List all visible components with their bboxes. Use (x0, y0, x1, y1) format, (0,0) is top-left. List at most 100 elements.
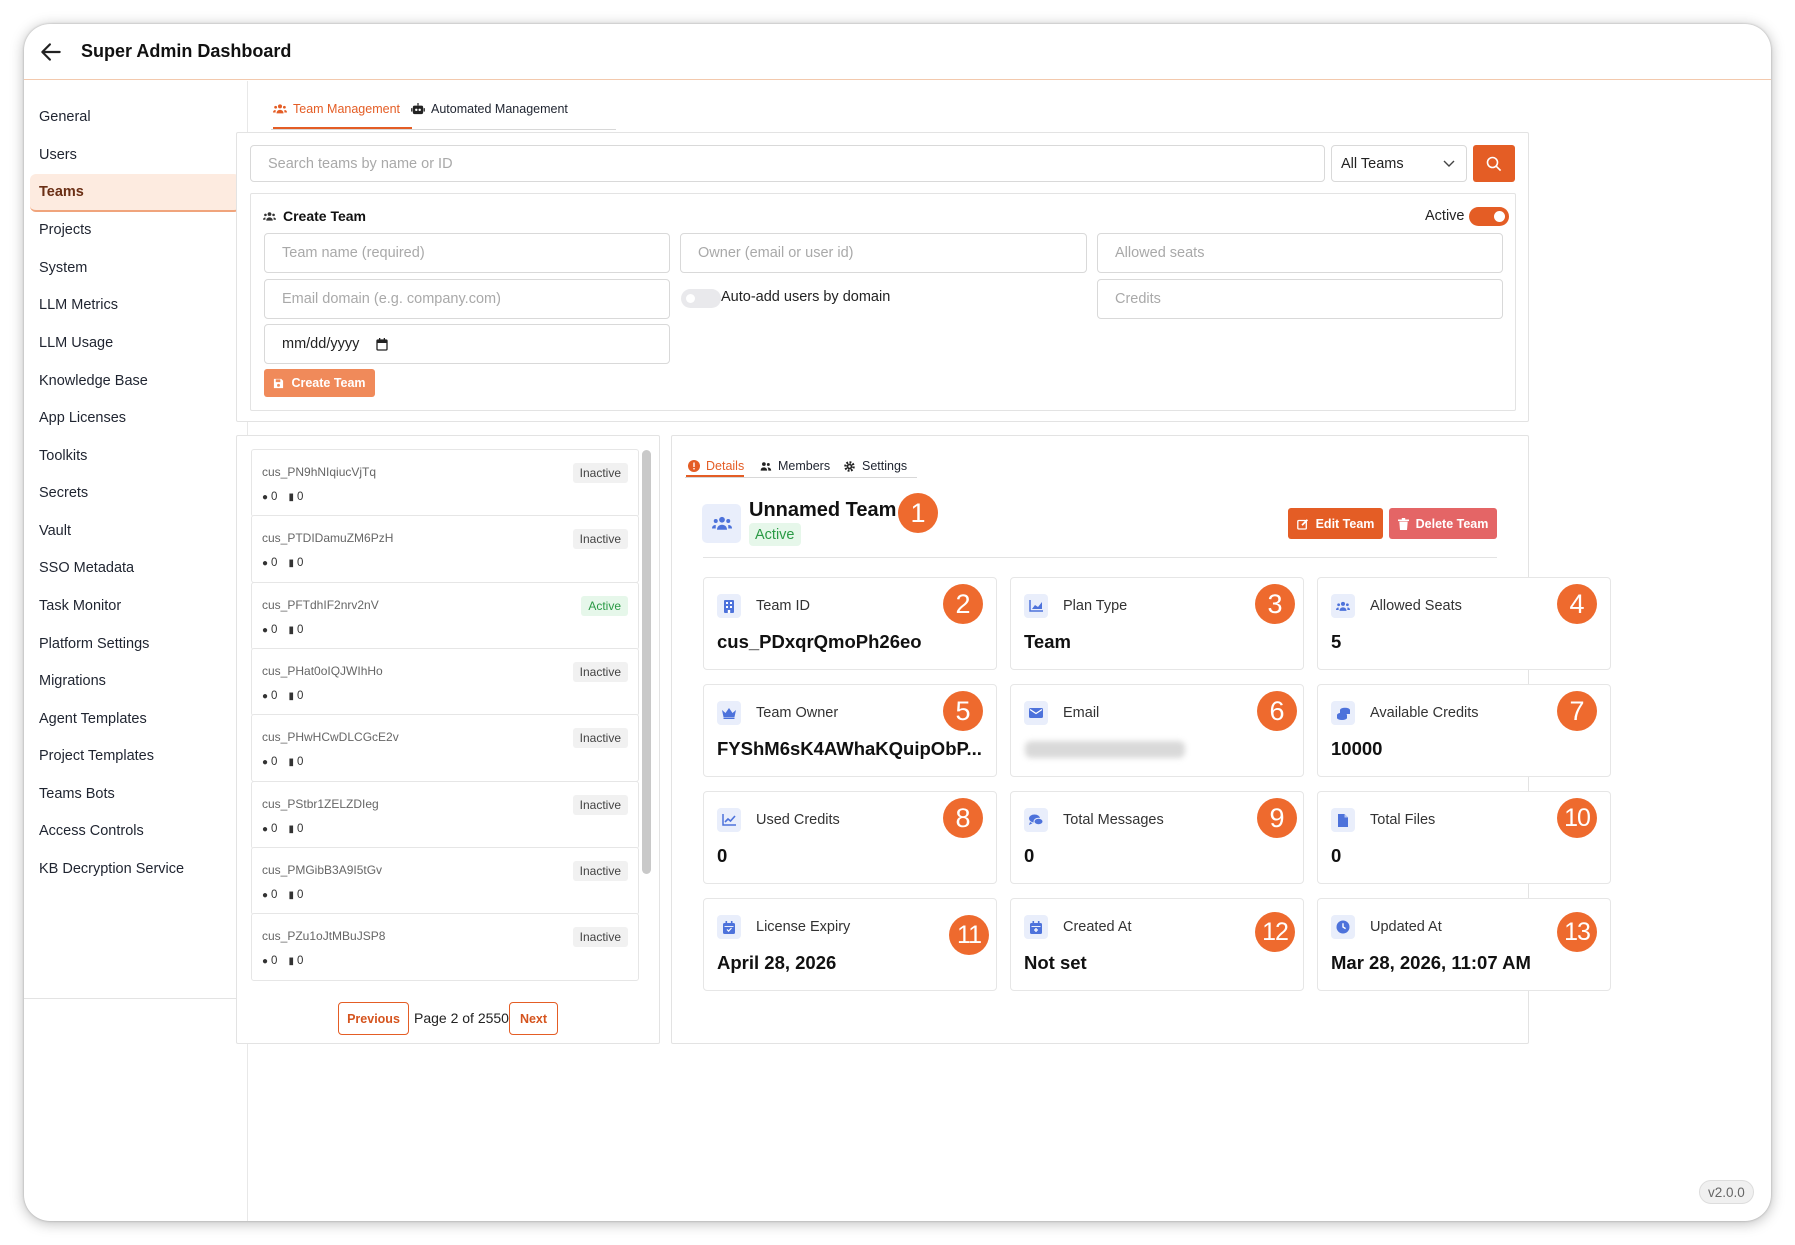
annotation-marker: 11 (949, 915, 989, 955)
sidebar-item-migrations[interactable]: Migrations (30, 662, 240, 700)
annotation-marker: 12 (1255, 912, 1295, 952)
list-scrollbar[interactable] (642, 450, 651, 874)
sidebar-item-access-controls[interactable]: Access Controls (30, 812, 240, 850)
team-owner-card: Team Owner FYShM6sK4AWhaKQuipObP... 5 (703, 684, 997, 777)
next-page-button[interactable]: Next (509, 1002, 558, 1035)
stat-value: cus_PDxqrQmoPh26eo (717, 631, 922, 652)
create-team-button[interactable]: Create Team (264, 369, 375, 397)
team-list-item[interactable]: cus_PHat0oIQJWIhHo Inactive ● 0 ▮ 0 (251, 648, 639, 716)
team-avatar (702, 504, 741, 543)
sidebar-item-users[interactable]: Users (30, 136, 240, 174)
edit-team-label: Edit Team (1315, 516, 1375, 531)
status-badge: Inactive (572, 795, 628, 815)
team-list-item[interactable]: cus_PHwHCwDLCGcE2v Inactive ● 0 ▮ 0 (251, 714, 639, 782)
sidebar-item-teams-bots[interactable]: Teams Bots (30, 775, 240, 813)
sidebar-item-general[interactable]: General (30, 98, 240, 136)
stat-label: Email (1063, 705, 1100, 721)
credits-field[interactable]: Credits (1097, 279, 1503, 319)
comments-icon: ● (262, 889, 269, 901)
license-date-field[interactable]: mm/dd/yyyy (264, 324, 670, 364)
sidebar-item-kb-decryption-service[interactable]: KB Decryption Service (30, 850, 240, 888)
team-counts: ● 0 ▮ 0 (262, 690, 303, 702)
tab-members[interactable]: Members (759, 459, 830, 473)
comments-icon: ● (262, 955, 269, 967)
sidebar-item-knowledge-base[interactable]: Knowledge Base (30, 362, 240, 400)
team-id: cus_PTDIDamuZM6PzH (262, 531, 394, 545)
calendar-icon (717, 915, 741, 939)
users-icon (1331, 594, 1355, 618)
team-list-item[interactable]: cus_PMGibB3A9I5tGv Inactive ● 0 ▮ 0 (251, 847, 639, 915)
delete-team-button[interactable]: Delete Team (1389, 508, 1497, 539)
annotation-marker: 3 (1255, 584, 1295, 624)
sidebar-item-vault[interactable]: Vault (30, 512, 240, 550)
auto-add-toggle[interactable] (681, 289, 721, 308)
calendar-icon[interactable] (376, 337, 388, 351)
file-count: 0 (296, 889, 304, 901)
stat-value: Not set (1024, 952, 1087, 973)
tab-details-label: Details (706, 459, 745, 473)
team-list-item[interactable]: cus_PStbr1ZELZDIeg Inactive ● 0 ▮ 0 (251, 781, 639, 849)
team-list-item[interactable]: cus_PTDIDamuZM6PzH Inactive ● 0 ▮ 0 (251, 515, 639, 583)
tab-automated-management[interactable]: Automated Management (411, 102, 568, 116)
tab-settings[interactable]: Settings (843, 459, 907, 473)
tab-details[interactable]: Details (688, 459, 744, 473)
sidebar-item-task-monitor[interactable]: Task Monitor (30, 587, 240, 625)
status-badge: Inactive (572, 728, 628, 748)
edit-team-button[interactable]: Edit Team (1288, 508, 1383, 539)
allowed-seats-field[interactable]: Allowed seats (1097, 233, 1503, 273)
active-toggle[interactable] (1469, 207, 1509, 226)
team-list: cus_PN9hNIqiucVjTq Inactive ● 0 ▮ 0 cus_PT… (237, 436, 661, 984)
sidebar-item-projects[interactable]: Projects (30, 211, 240, 249)
message-count: 0 (271, 955, 278, 967)
team-id-card: Team ID cus_PDxqrQmoPh26eo 2 (703, 577, 997, 670)
gear-icon (844, 460, 855, 472)
chart-area-icon (1024, 594, 1048, 618)
file-count: 0 (296, 823, 304, 835)
team-list-item[interactable]: cus_PN9hNIqiucVjTq Inactive ● 0 ▮ 0 (251, 449, 639, 517)
message-count: 0 (271, 889, 278, 901)
sidebar-item-app-licenses[interactable]: App Licenses (30, 399, 240, 437)
file-count: 0 (296, 955, 304, 967)
team-list-item[interactable]: cus_PFTdhIF2nrv2nV Active ● 0 ▮ 0 (251, 582, 639, 650)
message-count: 0 (271, 690, 278, 702)
team-name-field[interactable]: Team name (required) (264, 233, 670, 273)
updated-at-card: Updated At Mar 28, 2026, 11:07 AM 13 (1317, 898, 1611, 991)
owner-field[interactable]: Owner (email or user id) (680, 233, 1087, 273)
users-icon (711, 516, 732, 530)
team-counts: ● 0 ▮ 0 (262, 756, 303, 768)
search-input[interactable]: Search teams by name or ID (250, 145, 1325, 182)
team-name: Unnamed Team (749, 499, 897, 521)
sidebar-item-sso-metadata[interactable]: SSO Metadata (30, 549, 240, 587)
sidebar-item-agent-templates[interactable]: Agent Templates (30, 700, 240, 738)
sidebar-item-secrets[interactable]: Secrets (30, 474, 240, 512)
back-arrow-icon[interactable] (38, 39, 64, 65)
sidebar-item-project-templates[interactable]: Project Templates (30, 737, 240, 775)
page-indicator: Page 2 of 2550 (414, 1010, 509, 1026)
header-divider (703, 557, 1497, 558)
email-value-redacted (1025, 741, 1185, 758)
created-at-card: Created At Not set 12 (1010, 898, 1304, 991)
search-button[interactable] (1473, 145, 1515, 182)
sidebar-item-llm-usage[interactable]: LLM Usage (30, 324, 240, 362)
sidebar-item-platform-settings[interactable]: Platform Settings (30, 625, 240, 663)
team-list-item[interactable]: cus_PZu1oJtMBuJSP8 Inactive ● 0 ▮ 0 (251, 913, 639, 981)
message-count: 0 (271, 491, 278, 503)
sidebar-item-system[interactable]: System (30, 249, 240, 287)
tab-members-label: Members (778, 459, 831, 473)
team-counts: ● 0 ▮ 0 (262, 557, 303, 569)
sidebar-item-teams[interactable]: Teams (30, 174, 240, 212)
email-card: Email 6 (1010, 684, 1304, 777)
annotation-marker: 7 (1557, 691, 1597, 731)
active-toggle-label: Active (1425, 208, 1465, 224)
team-id: cus_PHwHCwDLCGcE2v (262, 730, 399, 744)
sidebar-item-toolkits[interactable]: Toolkits (30, 437, 240, 475)
team-filter-select[interactable]: All Teams (1331, 145, 1467, 182)
total-files-card: Total Files 0 10 (1317, 791, 1611, 884)
message-count: 0 (271, 823, 278, 835)
tab-team-management[interactable]: Team Management (273, 102, 400, 116)
sidebar-item-llm-metrics[interactable]: LLM Metrics (30, 286, 240, 324)
create-team-heading-label: Create Team (283, 208, 367, 224)
previous-page-button[interactable]: Previous (338, 1002, 409, 1035)
file-icon: ▮ (288, 756, 294, 768)
email-domain-field[interactable]: Email domain (e.g. company.com) (264, 279, 670, 319)
